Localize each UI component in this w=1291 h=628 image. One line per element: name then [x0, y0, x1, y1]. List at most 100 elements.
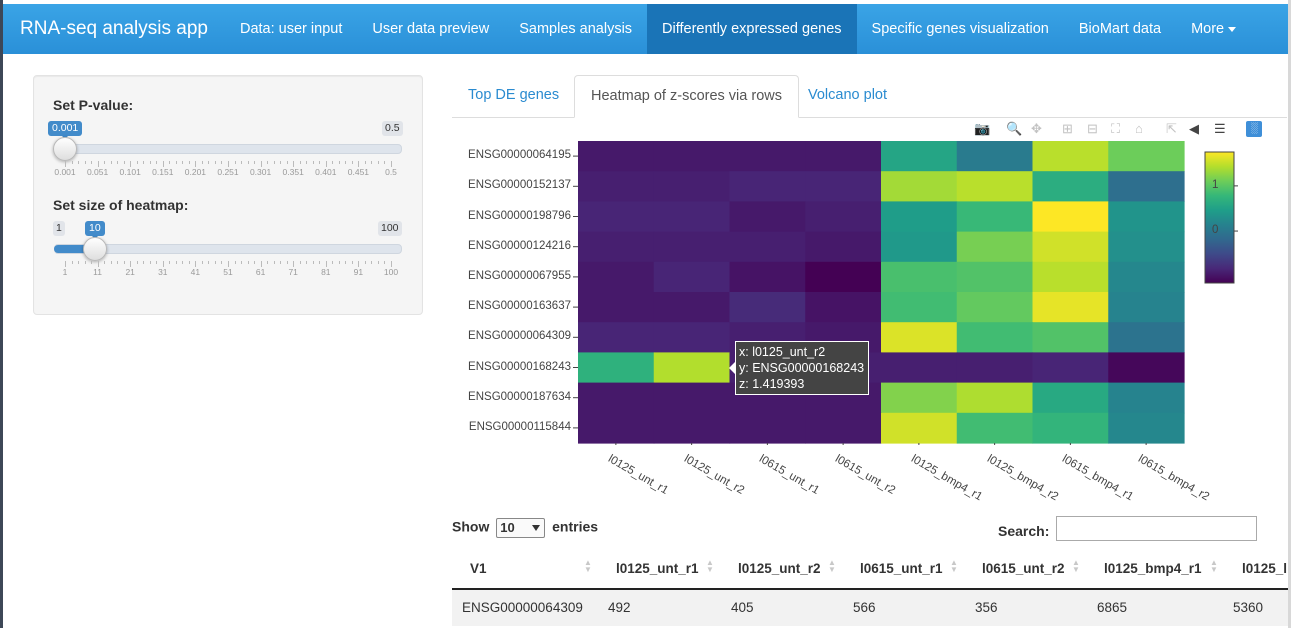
zoom-icon[interactable]: 🔍 [1006, 121, 1022, 137]
heatmap-cell[interactable] [1032, 412, 1109, 444]
heatmap-cell[interactable] [1032, 382, 1109, 414]
heatmap-cell[interactable] [1108, 322, 1185, 353]
nav-user-data-preview[interactable]: User data preview [357, 4, 504, 54]
heatmap-cell[interactable] [881, 412, 958, 444]
heatmap-cell[interactable] [805, 261, 882, 293]
tab-top-de-genes[interactable]: Top DE genes [452, 75, 575, 116]
th-l0125-unt-r2[interactable]: l0125_unt_r2 [738, 561, 821, 576]
tab-volcano-plot[interactable]: Volcano plot [792, 75, 903, 116]
heatmap-cell[interactable] [653, 261, 731, 293]
heatmap-cell[interactable] [1032, 201, 1109, 233]
heatmap-cell[interactable] [653, 171, 731, 202]
heatmap-cell[interactable] [578, 412, 655, 444]
tab-heatmap[interactable]: Heatmap of z-scores via rows [574, 75, 799, 118]
zoom-out-icon[interactable]: ⊟ [1087, 121, 1098, 137]
nav-biomart-data[interactable]: BioMart data [1064, 4, 1176, 54]
heatmap-cell[interactable] [653, 322, 731, 353]
heatmap-cell[interactable] [653, 231, 731, 263]
camera-icon[interactable]: 📷 [974, 121, 990, 137]
heatmap-cell[interactable] [1108, 352, 1185, 384]
heatmap-cell[interactable] [653, 141, 731, 172]
heatmap-cell[interactable] [578, 292, 655, 323]
sort-icon[interactable]: ▲ ▼ [828, 559, 836, 574]
heatmap-cell[interactable] [578, 201, 655, 233]
heatmap-cell[interactable] [578, 322, 655, 353]
heatmap-size-slider-handle[interactable] [83, 237, 107, 261]
th-l0615-unt-r1[interactable]: l0615_unt_r1 [860, 561, 943, 576]
heatmap-cell[interactable] [729, 292, 806, 323]
heatmap-cell[interactable] [881, 352, 958, 384]
heatmap-cell[interactable] [1108, 292, 1185, 323]
autoscale-icon[interactable]: ⛶ [1111, 121, 1120, 137]
heatmap-cell[interactable] [1032, 141, 1109, 172]
heatmap-cell[interactable] [578, 231, 655, 263]
sort-icon[interactable]: ▲ ▼ [1072, 559, 1080, 574]
heatmap-cell[interactable] [805, 292, 882, 323]
sort-icon[interactable]: ▲ ▼ [950, 559, 958, 574]
heatmap-cell[interactable] [1108, 382, 1185, 414]
nav-more-dropdown[interactable]: More [1176, 4, 1251, 54]
heatmap-cell[interactable] [578, 352, 655, 384]
heatmap-cell[interactable] [1032, 171, 1109, 202]
heatmap-cell[interactable] [881, 141, 958, 172]
sort-icon[interactable]: ▲ ▼ [584, 559, 592, 574]
heatmap-cell[interactable] [805, 231, 882, 263]
heatmap-cell[interactable] [956, 352, 1034, 384]
heatmap-cell[interactable] [729, 171, 806, 202]
heatmap-cell[interactable] [956, 412, 1034, 444]
heatmap-cell[interactable] [729, 231, 806, 263]
heatmap-cell[interactable] [805, 141, 882, 172]
heatmap-cell[interactable] [956, 382, 1034, 414]
pvalue-slider-handle[interactable] [53, 137, 77, 161]
nav-differently-expressed-genes[interactable]: Differently expressed genes [647, 4, 857, 54]
heatmap-cell[interactable] [956, 141, 1034, 172]
th-l0125-unt-r1[interactable]: l0125_unt_r1 [616, 561, 699, 576]
heatmap-cell[interactable] [956, 171, 1034, 202]
zoom-in-icon[interactable]: ⊞ [1062, 121, 1073, 137]
heatmap-cell[interactable] [881, 382, 958, 414]
heatmap-cell[interactable] [881, 292, 958, 323]
heatmap-cell[interactable] [578, 382, 655, 414]
pvalue-slider-track[interactable] [54, 144, 402, 154]
heatmap-cell[interactable] [956, 261, 1034, 293]
hover-closest-icon[interactable]: ◀ [1189, 121, 1199, 137]
heatmap-cell[interactable] [881, 201, 958, 233]
heatmap-cell[interactable] [729, 412, 806, 444]
heatmap-cell[interactable] [805, 201, 882, 233]
heatmap-cell[interactable] [881, 261, 958, 293]
spike-lines-icon[interactable]: ⇱ [1166, 121, 1177, 137]
nav-specific-genes-visualization[interactable]: Specific genes visualization [857, 4, 1064, 54]
nav-samples-analysis[interactable]: Samples analysis [504, 4, 647, 54]
heatmap-cell[interactable] [1108, 201, 1185, 233]
pan-icon[interactable]: ✥ [1031, 121, 1042, 137]
heatmap-cell[interactable] [1032, 322, 1109, 353]
heatmap-cell[interactable] [956, 292, 1034, 323]
heatmap-cell[interactable] [1108, 412, 1185, 444]
sort-icon[interactable]: ▲ ▼ [1210, 559, 1218, 574]
heatmap-cell[interactable] [956, 322, 1034, 353]
heatmap-cell[interactable] [805, 171, 882, 202]
heatmap-cell[interactable] [1108, 231, 1185, 263]
heatmap-cell[interactable] [653, 382, 731, 414]
app-brand[interactable]: RNA-seq analysis app [3, 4, 225, 54]
entries-select[interactable]: 10 [496, 518, 546, 538]
hover-compare-icon[interactable]: ☰ [1214, 121, 1226, 137]
heatmap-cell[interactable] [1032, 231, 1109, 263]
heatmap-cell[interactable] [653, 412, 731, 444]
heatmap-cell[interactable] [805, 412, 882, 444]
plotly-logo-icon[interactable]: ░ [1246, 121, 1262, 137]
heatmap-cell[interactable] [729, 141, 806, 172]
heatmap-cell[interactable] [653, 201, 731, 233]
heatmap-cell[interactable] [881, 171, 958, 202]
th-l0615-unt-r2[interactable]: l0615_unt_r2 [982, 561, 1065, 576]
nav-data-user-input[interactable]: Data: user input [225, 4, 357, 54]
heatmap-cell[interactable] [1032, 292, 1109, 323]
heatmap-cell[interactable] [1032, 352, 1109, 384]
heatmap-cell[interactable] [1032, 261, 1109, 293]
heatmap-cell[interactable] [1108, 261, 1185, 293]
heatmap-cell[interactable] [1108, 171, 1185, 202]
heatmap-cell[interactable] [956, 231, 1034, 263]
heatmap-cell[interactable] [578, 261, 655, 293]
reset-axes-icon[interactable]: ⌂ [1135, 121, 1143, 137]
th-l0125-bmp4-r1[interactable]: l0125_bmp4_r1 [1104, 561, 1202, 576]
